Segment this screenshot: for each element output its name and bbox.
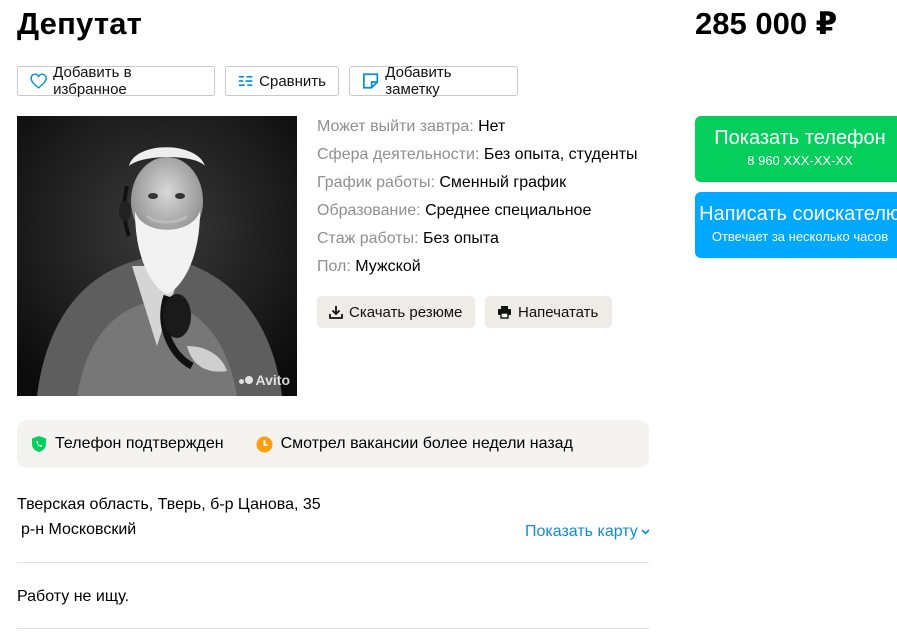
district: р-н Московский: [21, 521, 137, 538]
compare-icon: [238, 75, 253, 87]
phone-verified-badge: Телефон подтвержден: [31, 435, 224, 453]
show-map-link[interactable]: Показать карту: [525, 523, 650, 541]
description: Работу не ищу.: [17, 588, 130, 605]
resume-params: Может выйти завтра: Нет Сфера деятельнос…: [317, 116, 638, 284]
divider: [17, 628, 649, 629]
clock-icon: [256, 436, 273, 452]
avito-watermark: Avito: [238, 372, 290, 388]
param-field: Сфера деятельности: Без опыта, студенты: [317, 146, 638, 163]
param-experience: Стаж работы: Без опыта: [317, 230, 499, 247]
print-label: Напечатать: [518, 303, 599, 321]
masked-phone: 8 960 XXX-XX-XX: [747, 153, 853, 168]
print-button[interactable]: Напечатать: [485, 296, 612, 328]
param-gender: Пол: Мужской: [317, 258, 421, 275]
last-seen-text: Смотрел вакансии более недели назад: [280, 435, 573, 452]
show-phone-button[interactable]: Показать телефон 8 960 XXX-XX-XX: [695, 116, 897, 182]
add-to-favorites-label: Добавить в избранное: [53, 64, 132, 98]
add-note-label: Добавить заметку: [385, 64, 452, 98]
message-button[interactable]: Написать соискателю Отвечает за нескольк…: [695, 192, 897, 258]
last-seen-badge: Смотрел вакансии более недели назад: [256, 435, 573, 453]
price: 285 000 ₽: [695, 6, 838, 41]
printer-icon: [498, 306, 511, 319]
show-map-label: Показать карту: [525, 523, 638, 540]
add-note-button[interactable]: Добавить заметку: [349, 64, 518, 98]
show-phone-label: Показать телефон: [714, 127, 886, 149]
param-education: Образование: Среднее специальное: [317, 202, 592, 219]
download-resume-button[interactable]: Скачать резюме: [317, 296, 475, 328]
compare-button[interactable]: Сравнить: [225, 66, 339, 96]
shield-phone-icon: [32, 436, 46, 452]
chevron-down-icon: [641, 529, 650, 535]
add-to-favorites-button[interactable]: Добавить в избранное: [17, 64, 215, 98]
address: Тверская область, Тверь, б-р Цанова, 35: [17, 496, 321, 513]
avito-logo-icon: [238, 376, 253, 384]
message-sub-label: Отвечает за несколько часов: [711, 229, 889, 244]
param-start: Может выйти завтра: Нет: [317, 118, 506, 135]
note-icon: [363, 73, 379, 89]
portrait-image: [17, 116, 297, 396]
heart-icon: [30, 73, 47, 89]
divider: [17, 562, 649, 563]
message-label: Написать соискателю: [699, 203, 897, 225]
phone-verified-text: Телефон подтвержден: [55, 435, 224, 452]
page-title: Депутат: [17, 6, 143, 41]
status-badges: Телефон подтвержден Смотрел вакансии бол…: [17, 420, 649, 468]
download-resume-label: Скачать резюме: [349, 303, 463, 321]
resume-photo[interactable]: Avito: [17, 116, 297, 396]
download-icon: [329, 306, 343, 319]
param-schedule: График работы: Сменный график: [317, 174, 567, 191]
compare-label: Сравнить: [259, 72, 326, 90]
avito-watermark-text: Avito: [255, 372, 290, 388]
